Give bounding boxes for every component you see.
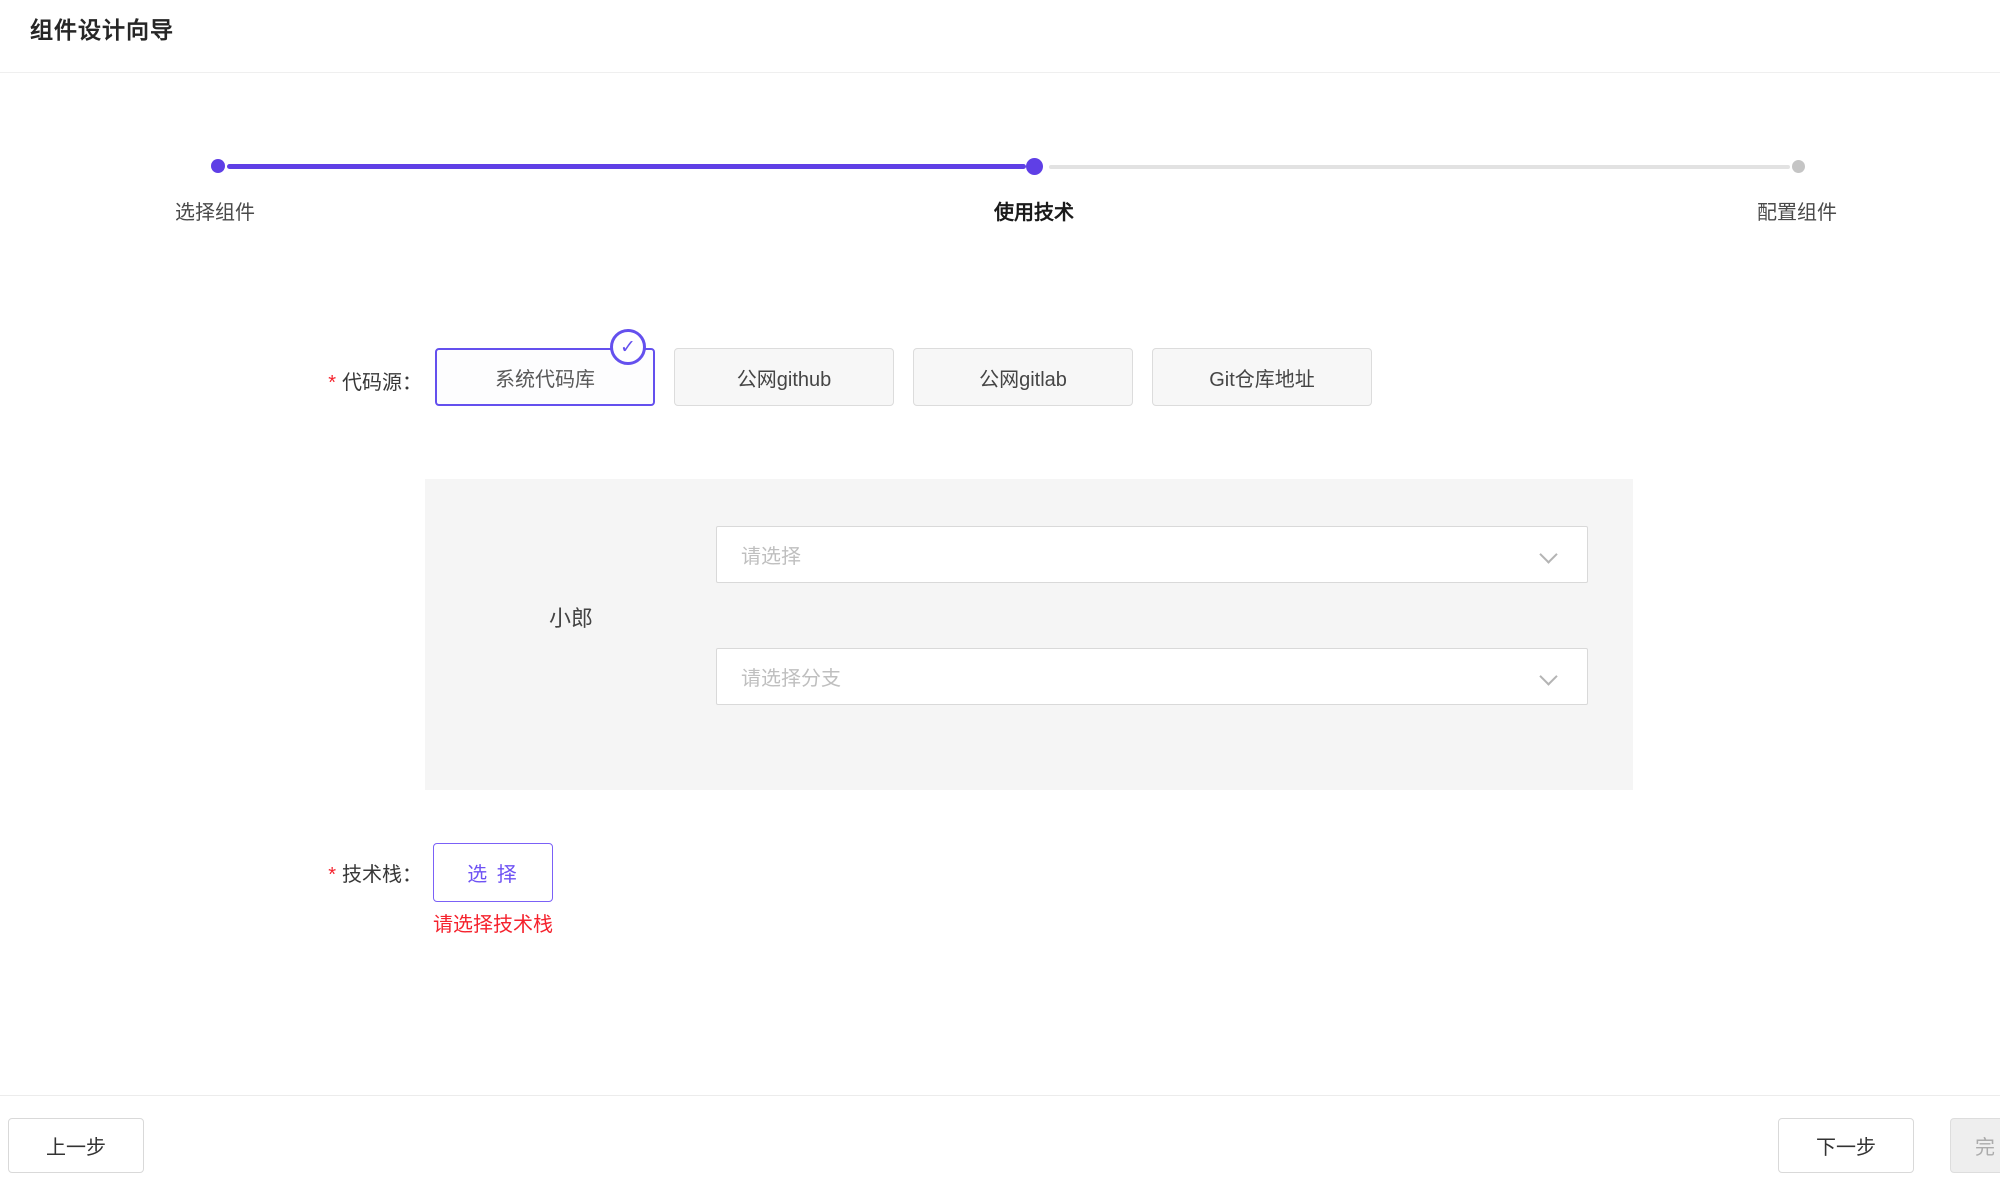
- code-source-option-git-url[interactable]: Git仓库地址: [1152, 348, 1372, 406]
- branch-select[interactable]: 请选择分支: [716, 648, 1588, 705]
- page-title: 组件设计向导: [30, 11, 174, 45]
- stepper-line-active: [227, 164, 1026, 169]
- code-source-option-system-repo[interactable]: 系统代码库 ✓: [435, 348, 655, 406]
- required-asterisk: *: [328, 372, 336, 394]
- required-asterisk: *: [328, 864, 336, 886]
- code-source-option-public-github[interactable]: 公网github: [674, 348, 894, 406]
- finish-button-disabled[interactable]: 完: [1950, 1118, 2000, 1173]
- code-source-option-label: 公网github: [737, 363, 832, 392]
- tech-stack-label-text: 技术栈：: [342, 864, 422, 886]
- chevron-down-icon: [1539, 545, 1557, 563]
- tech-stack-label: * 技术栈：: [240, 858, 422, 887]
- code-source-label: * 代码源：: [240, 366, 422, 395]
- repo-selection-panel: 小郎 请选择 请选择分支: [425, 479, 1633, 790]
- code-source-option-public-gitlab[interactable]: 公网gitlab: [913, 348, 1133, 406]
- next-step-button[interactable]: 下一步: [1778, 1118, 1914, 1173]
- step-label-use-technology: 使用技术: [924, 196, 1144, 225]
- code-source-option-label: Git仓库地址: [1209, 363, 1315, 392]
- repo-select-placeholder: 请选择: [741, 540, 801, 569]
- code-source-options: 系统代码库 ✓ 公网github 公网gitlab Git仓库地址: [435, 348, 1372, 406]
- stepper-line-pending: [1049, 165, 1790, 169]
- step-dot-pending: [1792, 160, 1805, 173]
- branch-select-placeholder: 请选择分支: [741, 662, 841, 691]
- step-dot-current: [1026, 158, 1043, 175]
- header-divider: [0, 72, 2000, 73]
- step-label-configure-component: 配置组件: [1687, 196, 1907, 225]
- repo-select[interactable]: 请选择: [716, 526, 1588, 583]
- repo-owner-label: 小郎: [549, 601, 593, 633]
- step-label-select-component: 选择组件: [105, 196, 325, 225]
- chevron-down-icon: [1539, 667, 1557, 685]
- footer-divider: [0, 1095, 2000, 1096]
- code-source-option-label: 系统代码库: [495, 363, 595, 392]
- code-source-option-label: 公网gitlab: [979, 363, 1067, 392]
- tech-stack-error-message: 请选择技术栈: [433, 908, 553, 937]
- previous-step-button[interactable]: 上一步: [8, 1118, 144, 1173]
- step-dot-finished: [211, 159, 225, 173]
- code-source-label-text: 代码源：: [342, 372, 422, 394]
- selected-check-icon: ✓: [610, 329, 646, 365]
- tech-stack-select-button[interactable]: 选 择: [433, 843, 553, 902]
